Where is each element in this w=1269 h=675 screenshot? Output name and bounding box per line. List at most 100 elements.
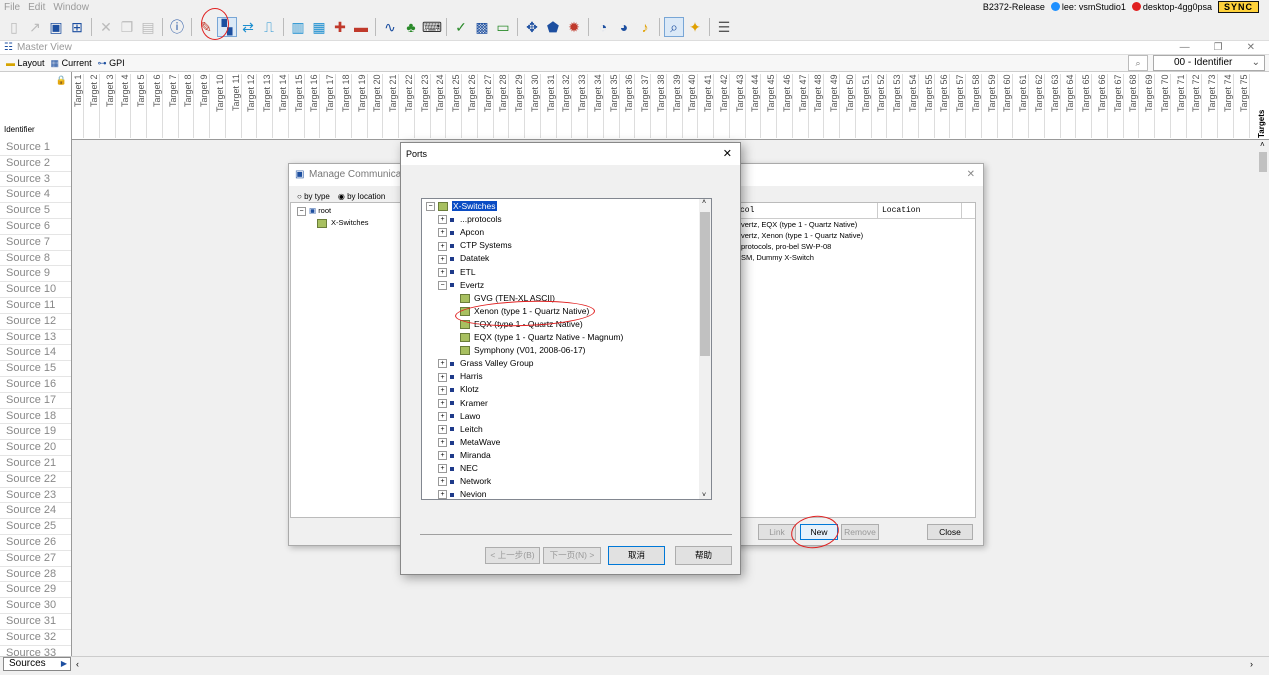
target-column-header[interactable]: Target 68	[1128, 74, 1140, 138]
collapse-icon[interactable]: −	[297, 206, 306, 216]
device-icon[interactable]: ▬	[351, 17, 371, 37]
tree-root[interactable]: − X-Switches	[426, 200, 497, 213]
close-icon[interactable]: ✕	[967, 164, 975, 186]
scroll-thumb[interactable]	[1259, 152, 1267, 172]
expand-icon[interactable]: +	[438, 215, 447, 225]
targets-tab[interactable]: Targets	[1257, 74, 1269, 138]
restore-icon[interactable]: ❐	[1214, 42, 1223, 53]
cancel-button[interactable]: 取消	[608, 546, 665, 565]
scroll-left-icon[interactable]: ‹	[76, 659, 79, 669]
target-column-header[interactable]: Target 35	[608, 74, 620, 138]
close-icon[interactable]: ✕	[1247, 42, 1255, 53]
target-column-header[interactable]: Target 65	[1081, 74, 1092, 138]
close-icon[interactable]: ✕	[723, 143, 732, 165]
source-row[interactable]: Source 30	[0, 598, 71, 614]
location-tree[interactable]: − ▣ root X-Switches	[290, 202, 402, 518]
target-column-header[interactable]: Target 40	[687, 74, 699, 138]
tree-vendor-item[interactable]: − Evertz	[438, 279, 484, 292]
target-column-header[interactable]: Target 10	[214, 74, 226, 138]
target-column-header[interactable]: Target 19	[356, 74, 368, 138]
tree-vendor-item[interactable]: + Lawo	[438, 410, 480, 423]
sources-button[interactable]: Sources ▶	[3, 657, 71, 671]
target-column-header[interactable]: Target 27	[482, 74, 494, 138]
card-icon[interactable]: ▭	[493, 17, 513, 37]
source-row[interactable]: Source 32	[0, 630, 71, 646]
target-column-header[interactable]: Target 71	[1175, 74, 1187, 138]
link-button[interactable]: Link	[758, 524, 796, 540]
target-column-header[interactable]: Target 1	[73, 74, 84, 138]
sync-badge[interactable]: SYNC	[1217, 1, 1259, 13]
target-column-header[interactable]: Target 43	[734, 74, 746, 138]
source-row[interactable]: Source 22	[0, 472, 71, 488]
tree-vendor-item[interactable]: + Grass Valley Group	[438, 357, 534, 370]
target-column-header[interactable]: Target 24	[435, 74, 447, 138]
expand-icon[interactable]: +	[438, 241, 447, 251]
save-all-icon[interactable]: ⊞	[67, 17, 87, 37]
tree-vendor-item[interactable]: + Network	[438, 475, 491, 488]
target-column-header[interactable]: Target 4	[120, 74, 132, 138]
target-column-header[interactable]: Target 36	[624, 74, 636, 138]
target-column-header[interactable]: Target 53	[892, 74, 903, 138]
target-column-header[interactable]: Target 75	[1238, 74, 1250, 138]
list-item[interactable]: vertz, EQX (type 1 - Quartz Native)	[736, 219, 975, 230]
ports-tree[interactable]: − X-Switches + ...protocols + Apcon + CTP Syste…	[421, 198, 712, 500]
tree-device-item[interactable]: EQX (type 1 - Quartz Native - Magnum)	[460, 331, 623, 344]
collapse-icon[interactable]: −	[426, 202, 435, 212]
tree-vendor-item[interactable]: + Harris	[438, 370, 483, 383]
source-row[interactable]: Source 23	[0, 488, 71, 504]
target-column-header[interactable]: Target 26	[466, 74, 478, 138]
gpi-icon[interactable]: ⎍	[259, 17, 279, 37]
lock-icon[interactable]: 🔒	[56, 75, 67, 86]
expand-icon[interactable]: +	[438, 398, 447, 408]
target-column-header[interactable]: Target 13	[262, 74, 273, 138]
target-column-header[interactable]: Target 30	[529, 74, 541, 138]
target-column-header[interactable]: Target 57	[955, 74, 966, 138]
target-column-header[interactable]: Target 29	[514, 74, 525, 138]
list-item[interactable]: protocols, pro-bel SW-P-08	[736, 241, 975, 252]
tree-vendor-item[interactable]: + CTP Systems	[438, 239, 512, 252]
expand-icon[interactable]: +	[438, 267, 447, 277]
close-button[interactable]: Close	[927, 524, 973, 540]
target-column-header[interactable]: Target 64	[1065, 74, 1077, 138]
help-button[interactable]: 帮助	[675, 546, 732, 565]
tree-vendor-item[interactable]: + Miranda	[438, 449, 491, 462]
menu-file[interactable]: File	[0, 2, 24, 13]
collapse-icon[interactable]: −	[438, 280, 447, 290]
expand-icon[interactable]: +	[438, 490, 447, 499]
next-button[interactable]: 下一页(N) >	[543, 547, 601, 564]
new-button[interactable]: New	[800, 524, 838, 540]
target-column-header[interactable]: Target 6	[151, 74, 163, 138]
keyboard-icon[interactable]: ⌨	[422, 17, 442, 37]
note-icon[interactable]: ♪	[635, 17, 655, 37]
scroll-right-icon[interactable]: ›	[1250, 659, 1253, 669]
tree-vendor-item[interactable]: + Datatek	[438, 252, 489, 265]
tab-gpi[interactable]: ⊶ GPI	[98, 58, 125, 69]
tree-vendor-item[interactable]: + Leitch	[438, 423, 483, 436]
tree-vendor-item[interactable]: + ETL	[438, 266, 476, 279]
source-row[interactable]: Source 2	[0, 156, 71, 172]
expand-icon[interactable]: +	[438, 254, 447, 264]
target-column-header[interactable]: Target 16	[309, 74, 321, 138]
target-column-header[interactable]: Target 33	[577, 74, 588, 138]
paste-icon[interactable]: ▤	[138, 17, 158, 37]
network-icon[interactable]: ✥	[522, 17, 542, 37]
target-column-header[interactable]: Target 46	[781, 74, 793, 138]
scroll-up-icon[interactable]: ˄	[702, 199, 706, 206]
target-column-header[interactable]: Target 38	[655, 74, 667, 138]
target-column-header[interactable]: Target 62	[1033, 74, 1045, 138]
tally-icon[interactable]: ♣	[401, 17, 421, 37]
target-column-header[interactable]: Target 66	[1096, 74, 1108, 138]
target-column-header[interactable]: Target 61	[1018, 74, 1029, 138]
routing-icon[interactable]: ⇄	[238, 17, 258, 37]
target-column-header[interactable]: Target 2	[88, 74, 100, 138]
target-column-header[interactable]: Target 8	[183, 74, 195, 138]
target-column-header[interactable]: Target 67	[1112, 74, 1124, 138]
open-icon[interactable]: ↗	[25, 17, 45, 37]
target-column-header[interactable]: Target 9	[199, 74, 210, 138]
radio-by-type[interactable]: ○ by type	[297, 192, 330, 201]
expand-icon[interactable]: +	[438, 411, 447, 421]
source-row[interactable]: Source 9	[0, 266, 71, 283]
source-row[interactable]: Source 25	[0, 519, 71, 535]
source-row[interactable]: Source 11	[0, 298, 71, 314]
target-column-header[interactable]: Target 63	[1049, 74, 1061, 138]
